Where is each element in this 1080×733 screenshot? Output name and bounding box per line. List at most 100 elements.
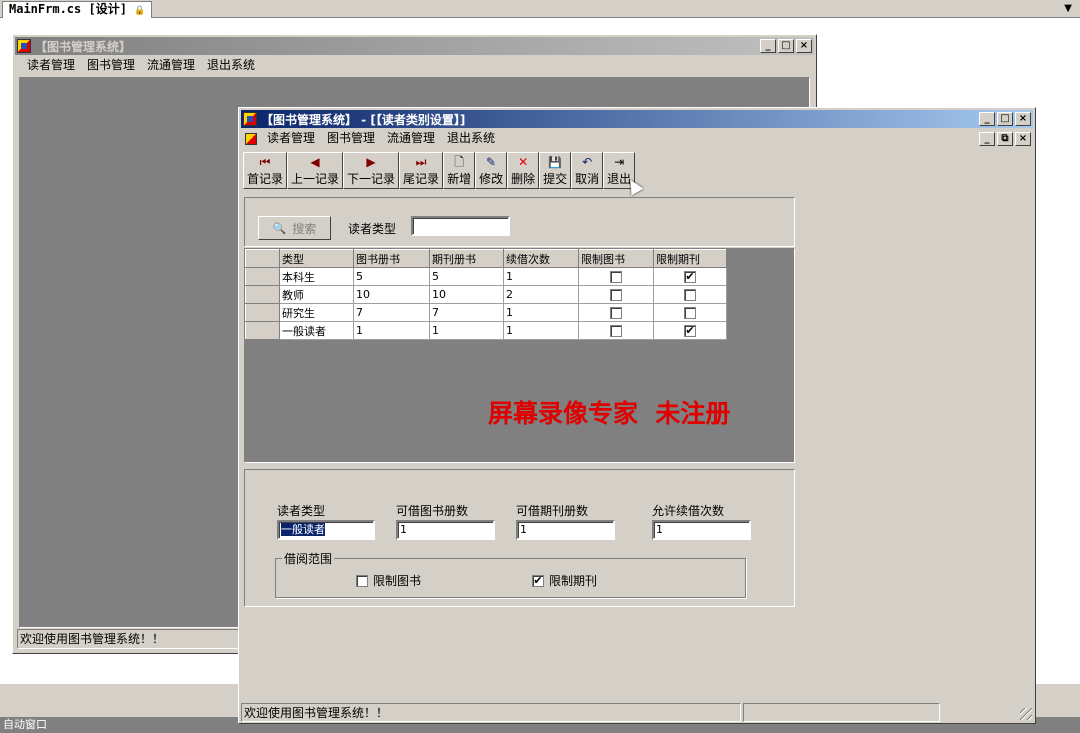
- previous-record-label: 上一记录: [291, 172, 340, 186]
- column-header-limit-books[interactable]: 限制图书: [578, 249, 654, 268]
- cell-limit-periodicals[interactable]: ✔: [653, 267, 727, 286]
- search-reader-type-input[interactable]: [411, 216, 510, 236]
- new-document-icon: 🗋: [454, 155, 464, 169]
- cell-books[interactable]: 5: [353, 267, 430, 286]
- menu-exit-system[interactable]: 退出系统: [441, 129, 501, 148]
- undo-icon: ↶: [582, 155, 593, 169]
- close-button[interactable]: ×: [796, 39, 812, 53]
- reader-type-input[interactable]: 一般读者: [277, 520, 375, 540]
- designer-tab[interactable]: MainFrm.cs [设计] 🔒: [2, 1, 153, 18]
- cell-type[interactable]: 一般读者: [279, 321, 354, 340]
- limit-periodicals-form-checkbox[interactable]: ✔: [532, 574, 544, 587]
- cell-type[interactable]: 教师: [279, 285, 354, 304]
- main-status-text: 欢迎使用图书管理系统！！: [20, 632, 165, 646]
- resize-grip-icon[interactable]: [1020, 708, 1032, 720]
- new-record-button[interactable]: 🗋 新增: [443, 152, 476, 189]
- cell-books[interactable]: 7: [353, 303, 430, 322]
- column-header-type[interactable]: 类型: [279, 249, 354, 268]
- cell-books[interactable]: 1: [353, 321, 430, 340]
- column-header-renewals[interactable]: 续借次数: [503, 249, 579, 268]
- cell-type[interactable]: 本科生: [279, 267, 354, 286]
- limit-periodicals-checkbox[interactable]: [684, 289, 696, 301]
- limit-books-checkbox[interactable]: [610, 307, 622, 319]
- menu-book-management[interactable]: 图书管理: [81, 56, 141, 75]
- row-header[interactable]: [245, 285, 280, 304]
- menu-exit-system[interactable]: 退出系统: [201, 56, 261, 75]
- first-record-button[interactable]: ⏮ 首记录: [243, 152, 288, 189]
- search-button[interactable]: 🔍 搜索: [258, 216, 331, 240]
- maximize-button[interactable]: □: [778, 39, 794, 53]
- limit-periodicals-checkbox[interactable]: ✔: [684, 325, 696, 337]
- cell-periodicals[interactable]: 1: [429, 321, 504, 340]
- cell-limit-books[interactable]: [578, 267, 654, 286]
- detail-panel: 读者类型 一般读者 可借图书册数 1 可借期刊册数 1 允许续借次数 1 借阅范…: [244, 469, 795, 607]
- limit-books-option[interactable]: 限制图书: [356, 572, 421, 589]
- periodicals-count-input[interactable]: 1: [516, 520, 615, 540]
- cell-renewals[interactable]: 1: [503, 321, 579, 340]
- cell-renewals[interactable]: 1: [503, 303, 579, 322]
- limit-periodicals-option[interactable]: ✔ 限制期刊: [532, 572, 597, 589]
- cell-limit-periodicals[interactable]: ✔: [653, 321, 727, 340]
- cell-type[interactable]: 研究生: [279, 303, 354, 322]
- table-row[interactable]: 教师 10 10 2: [245, 285, 727, 304]
- menu-reader-management[interactable]: 读者管理: [21, 56, 81, 75]
- row-header[interactable]: [245, 267, 280, 286]
- child-menubar: 读者管理 图书管理 流通管理 退出系统: [243, 129, 501, 148]
- column-header-periodicals[interactable]: 期刊册书: [429, 249, 504, 268]
- child-window-titlebar[interactable]: 【图书管理系统】 - [【读者类别设置】] _ □ ×: [241, 110, 1033, 128]
- cell-renewals[interactable]: 2: [503, 285, 579, 304]
- mdi-caption-buttons: _ ⧉ ×: [979, 132, 1031, 146]
- edit-record-button[interactable]: ✎ 修改: [475, 152, 508, 189]
- table-row[interactable]: 本科生 5 5 1 ✔: [245, 267, 727, 286]
- limit-books-checkbox[interactable]: [610, 289, 622, 301]
- chevron-down-icon[interactable]: ▼: [1064, 0, 1072, 18]
- close-button[interactable]: ×: [1015, 112, 1031, 126]
- table-row[interactable]: 研究生 7 7 1: [245, 303, 727, 322]
- minimize-button[interactable]: _: [979, 112, 995, 126]
- binoculars-icon: 🔍: [272, 221, 287, 235]
- menu-book-management[interactable]: 图书管理: [321, 129, 381, 148]
- books-count-input[interactable]: 1: [396, 520, 495, 540]
- cell-periodicals[interactable]: 10: [429, 285, 504, 304]
- limit-books-checkbox[interactable]: [610, 271, 622, 283]
- limit-books-form-checkbox[interactable]: [356, 574, 368, 587]
- main-window-titlebar[interactable]: 【图书管理系统】 _ □ ×: [15, 37, 814, 55]
- cell-limit-books[interactable]: [578, 285, 654, 304]
- cell-periodicals[interactable]: 5: [429, 267, 504, 286]
- maximize-button[interactable]: □: [997, 112, 1013, 126]
- row-header[interactable]: [245, 321, 280, 340]
- column-header-limit-periodicals[interactable]: 限制期刊: [653, 249, 727, 268]
- lending-scope-group: 借阅范围: [275, 550, 746, 598]
- mdi-close-button[interactable]: ×: [1015, 132, 1031, 146]
- menu-reader-management[interactable]: 读者管理: [261, 129, 321, 148]
- cell-renewals[interactable]: 1: [503, 267, 579, 286]
- last-record-button[interactable]: ⏭ 尾记录: [399, 152, 444, 189]
- cell-limit-books[interactable]: [578, 303, 654, 322]
- cell-books[interactable]: 10: [353, 285, 430, 304]
- table-row[interactable]: 一般读者 1 1 1 ✔: [245, 321, 727, 340]
- delete-record-label: 删除: [511, 172, 536, 186]
- mdi-child-icon[interactable]: [245, 132, 257, 145]
- cell-limit-books[interactable]: [578, 321, 654, 340]
- limit-books-checkbox[interactable]: [610, 325, 622, 337]
- cell-limit-periodicals[interactable]: [653, 303, 727, 322]
- cancel-button[interactable]: ↶ 取消: [571, 152, 604, 189]
- renewals-count-input[interactable]: 1: [652, 520, 751, 540]
- next-record-button[interactable]: ▶ 下一记录: [343, 152, 400, 189]
- delete-record-button[interactable]: ✕ 删除: [507, 152, 540, 189]
- limit-periodicals-checkbox[interactable]: [684, 307, 696, 319]
- main-status-panel: 欢迎使用图书管理系统！！: [17, 629, 239, 649]
- cell-periodicals[interactable]: 7: [429, 303, 504, 322]
- submit-button[interactable]: 💾 提交: [539, 152, 572, 189]
- column-header-books[interactable]: 图书册书: [353, 249, 430, 268]
- previous-record-button[interactable]: ◀ 上一记录: [287, 152, 344, 189]
- mdi-minimize-button[interactable]: _: [979, 132, 995, 146]
- menu-circulation-management[interactable]: 流通管理: [381, 129, 441, 148]
- grid-header-row: 类型 图书册书 期刊册书 续借次数 限制图书 限制期刊: [245, 249, 727, 268]
- limit-periodicals-checkbox[interactable]: ✔: [684, 271, 696, 283]
- menu-circulation-management[interactable]: 流通管理: [141, 56, 201, 75]
- row-header[interactable]: [245, 303, 280, 322]
- minimize-button[interactable]: _: [760, 39, 776, 53]
- mdi-restore-button[interactable]: ⧉: [997, 132, 1013, 146]
- cell-limit-periodicals[interactable]: [653, 285, 727, 304]
